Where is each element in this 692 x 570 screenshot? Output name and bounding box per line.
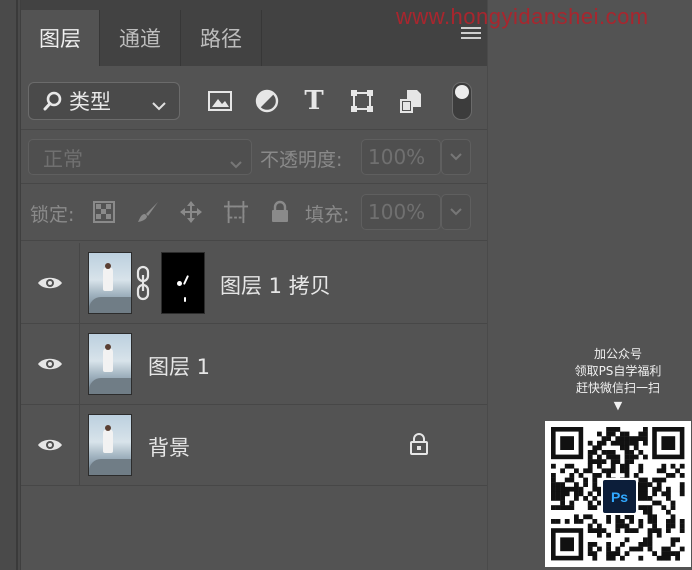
layer-name[interactable]: 背景 [148,432,190,462]
divider [21,129,487,130]
blend-mode-value: 正常 [43,146,83,171]
fill-label: 填充: [305,204,350,226]
promo-line: 加公众号 [593,347,642,361]
chevron-down-icon [229,151,243,175]
layers-panel: 图层 通道 路径 类型 T 正常 不透明度: 100% 锁定: 填充: 100%… [21,0,487,570]
visibility-toggle[interactable] [21,243,80,323]
filter-kind-label: 类型 [69,90,111,114]
lock-label: 锁定: [30,204,75,226]
visibility-toggle[interactable] [21,324,80,404]
layer-mask-thumbnail[interactable] [161,252,205,314]
layer-filter-select[interactable]: 类型 [28,82,180,120]
tab-paths[interactable]: 路径 [181,10,261,66]
promo-text: 加公众号 领取PS自学福利 赶快微信扫一扫 ▼ [548,346,688,414]
image-filter-icon[interactable] [207,88,233,114]
lock-image-pixels-icon[interactable] [136,200,160,224]
divider [21,183,487,184]
photoshop-logo: Ps [601,478,638,515]
eye-icon [38,358,62,370]
lock-transparent-pixels-icon[interactable] [92,200,116,224]
layers-list: 图层 1 拷贝 图层 1 背景 [21,243,487,570]
promo-line: 领取PS自学福利 [574,364,662,378]
layer-name[interactable]: 图层 1 [148,351,210,381]
layer-thumbnail[interactable] [88,252,132,314]
opacity-label: 不透明度: [260,149,343,171]
blend-mode-select[interactable]: 正常 [28,139,252,175]
layer-thumbnail[interactable] [88,414,132,476]
toggle-knob [455,85,469,99]
type-filter-icon[interactable]: T [301,86,327,116]
chevron-down-icon [450,208,462,216]
smart-object-filter-icon[interactable] [398,88,424,114]
opacity-dropdown-button[interactable] [441,139,471,175]
fill-input[interactable]: 100% [361,194,441,230]
layer-thumbnail[interactable] [88,333,132,395]
lock-icon[interactable] [409,432,429,456]
shape-filter-icon[interactable] [349,88,375,114]
lock-position-icon[interactable] [179,200,203,224]
divider [21,240,487,241]
chevron-down-icon [151,93,167,117]
watermark-text: www.hongyidanshei.com [396,4,649,29]
eye-icon [38,277,62,289]
filter-toggle-switch[interactable] [452,82,472,120]
layer-name[interactable]: 图层 1 拷贝 [220,270,331,300]
visibility-toggle[interactable] [21,405,80,485]
tab-layers[interactable]: 图层 [21,10,99,66]
adjustment-filter-icon[interactable] [254,88,280,114]
search-icon [43,91,63,111]
layer-row[interactable]: 图层 1 拷贝 [21,243,487,324]
tab-divider [261,10,262,66]
chevron-down-icon [450,153,462,161]
opacity-input[interactable]: 100% [361,139,441,175]
lock-all-icon[interactable] [268,200,292,224]
eye-icon [38,439,62,451]
dock-edge [16,0,18,570]
tab-channels[interactable]: 通道 [100,10,180,66]
layer-row[interactable]: 图层 1 [21,324,487,405]
lock-artboard-icon[interactable] [224,200,248,224]
fill-value: 100% [368,200,426,224]
left-dock-strip [0,0,21,570]
promo-line: 赶快微信扫一扫 [575,381,660,395]
down-arrow-icon: ▼ [613,399,623,412]
opacity-value: 100% [368,145,426,169]
fill-dropdown-button[interactable] [441,194,471,230]
link-icon[interactable] [136,263,150,303]
layer-row[interactable]: 背景 [21,405,487,486]
